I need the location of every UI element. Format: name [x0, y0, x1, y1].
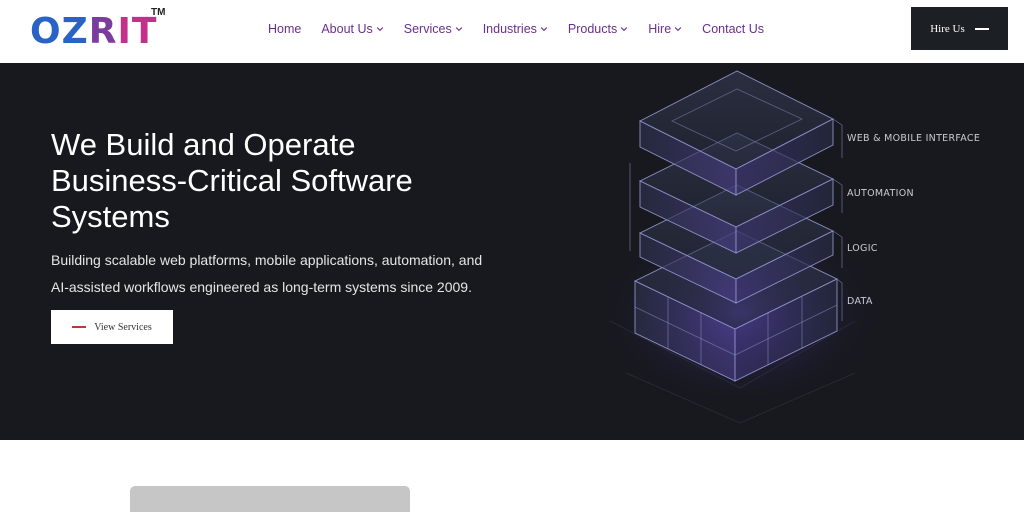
chevron-down-icon — [674, 27, 682, 32]
chevron-down-icon — [621, 27, 628, 32]
nav-item-label: Hire — [648, 22, 672, 36]
logo-letter: O — [30, 11, 62, 52]
hero-title: We Build and Operate Business-Critical S… — [51, 127, 491, 235]
nav-item-label: Contact Us — [702, 22, 765, 36]
hero-subtitle-line: Building scalable web platforms, mobile … — [51, 252, 483, 268]
nav-item-services[interactable]: Services — [404, 20, 463, 38]
next-section — [0, 440, 1024, 512]
site-header: OZRIT TM Home About Us Services Industri… — [0, 0, 1024, 63]
layer-label-logic: LOGIC — [847, 243, 878, 254]
trademark-mark: TM — [151, 7, 166, 18]
chevron-down-icon — [540, 27, 548, 32]
logo-letter: Z — [61, 11, 89, 52]
hero-subtitle: Building scalable web platforms, mobile … — [51, 247, 511, 301]
dash-icon — [974, 27, 989, 30]
nav-item-label: Home — [268, 22, 302, 36]
logo-wordmark: OZRIT — [30, 12, 157, 52]
nav-item-about-us[interactable]: About Us — [321, 20, 383, 38]
chevron-down-icon — [455, 27, 462, 32]
view-services-button[interactable]: View Services — [51, 310, 173, 344]
hero-subtitle-line: AI-assisted workflows engineered as long… — [51, 279, 472, 295]
nav-item-contact-us[interactable]: Contact Us — [702, 20, 764, 38]
layered-stack-illustration — [600, 70, 880, 424]
hire-us-label: Hire Us — [930, 22, 965, 35]
chevron-down-icon — [376, 27, 383, 32]
layer-label-automation: AUTOMATION — [847, 188, 914, 199]
nav-item-label: Products — [567, 22, 618, 36]
logo-letter: R — [88, 11, 118, 52]
nav-item-label: Industries — [482, 22, 537, 36]
nav-item-hire[interactable]: Hire — [648, 20, 682, 38]
hire-us-button[interactable]: Hire Us — [911, 7, 1008, 50]
nav-item-label: About Us — [321, 22, 373, 36]
hero-title-line: We Build and Operate — [51, 127, 356, 162]
hero-title-line: Systems — [51, 199, 170, 234]
layer-label-data: DATA — [847, 296, 873, 307]
nav-item-products[interactable]: Products — [568, 20, 628, 38]
nav-item-home[interactable]: Home — [268, 20, 301, 38]
main-nav: Home About Us Services Industries Produc… — [268, 20, 784, 38]
layer-label-interface: WEB & MOBILE INTERFACE — [847, 133, 981, 144]
hero-section: We Build and Operate Business-Critical S… — [0, 63, 1024, 440]
image-placeholder — [130, 486, 410, 512]
nav-item-label: Services — [403, 22, 452, 36]
dash-icon — [72, 326, 87, 328]
nav-item-industries[interactable]: Industries — [483, 20, 548, 38]
logo-letter: I — [117, 11, 132, 52]
hero-title-line: Business-Critical Software — [51, 163, 413, 198]
view-services-label: View Services — [94, 321, 152, 333]
ozrit-logo[interactable]: OZRIT TM — [30, 6, 170, 54]
